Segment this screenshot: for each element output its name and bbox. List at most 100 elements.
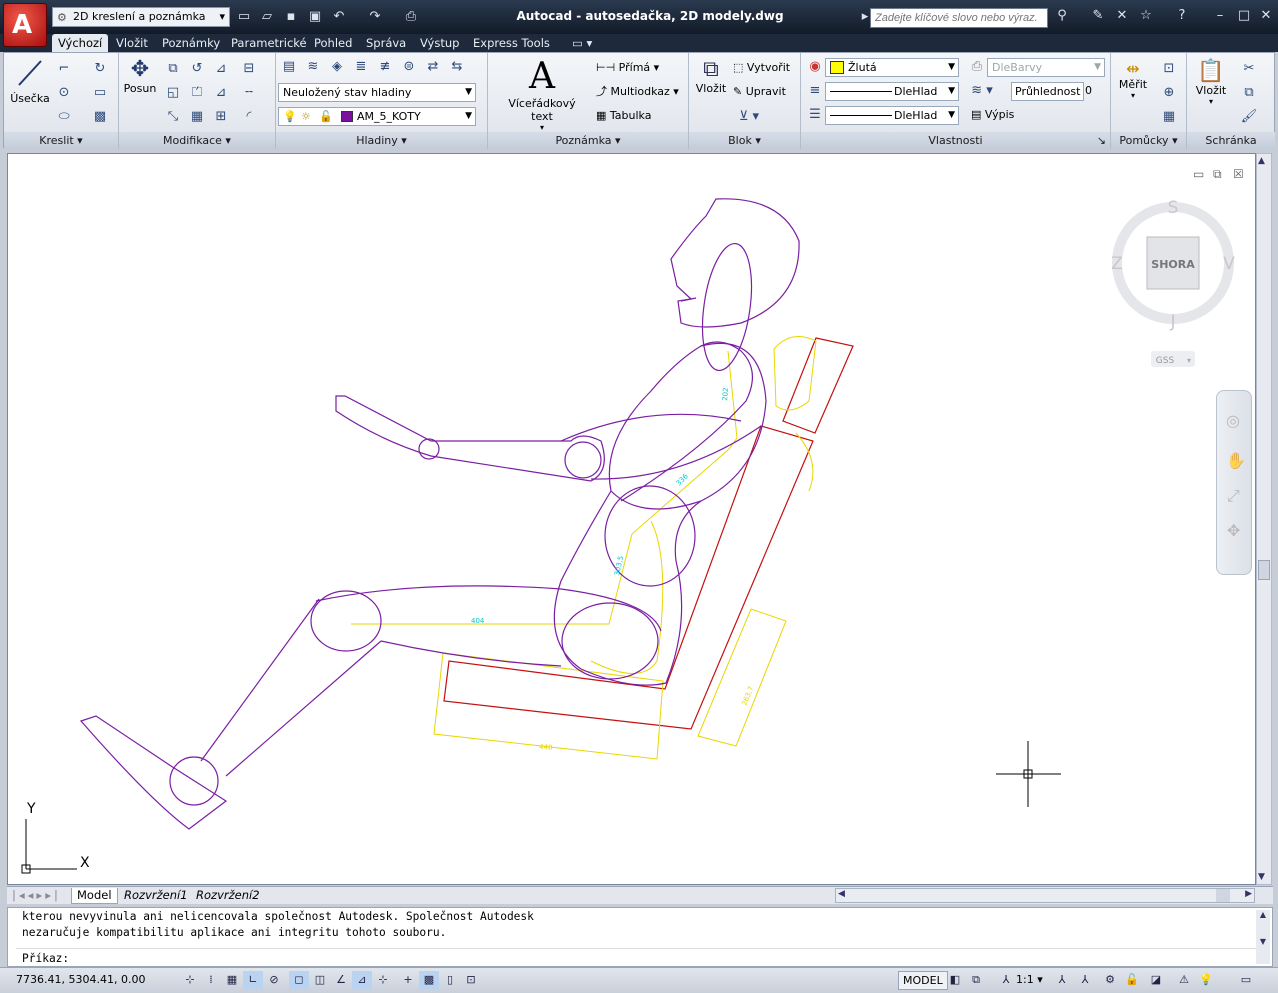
auto-scale-icon[interactable]: ⅄ [1075, 971, 1095, 990]
workspace-selector[interactable]: ⚙ 2D kreslení a poznámka ▾ [52, 7, 230, 27]
hatch-icon[interactable]: ▩ [90, 107, 110, 127]
viewport-minimize-icon[interactable]: ▭ [1193, 167, 1204, 181]
arc-icon[interactable]: ↻ [90, 59, 110, 79]
lineweight-select[interactable]: DleHlad ▼ [825, 106, 959, 125]
vertical-scrollbar[interactable]: ▲ ▼ [1256, 153, 1272, 885]
notification-icon[interactable]: ⚠ [1174, 971, 1194, 990]
copy-icon[interactable]: ⧉ [163, 59, 183, 79]
transparency-toggle-icon[interactable]: ▩ [419, 971, 439, 990]
panel-draw-label[interactable]: Kreslit ▾ [4, 132, 118, 149]
layer-state-icon[interactable]: ≋ [303, 57, 323, 77]
compass-east[interactable]: V [1223, 254, 1235, 274]
binoculars-icon[interactable]: ⚲ [1052, 8, 1072, 26]
hardware-accel-icon[interactable]: ◪ [1146, 971, 1166, 990]
viewcube-face[interactable]: SHORA [1151, 258, 1195, 271]
tab-layout1[interactable]: Rozvržení1 [119, 888, 193, 904]
calculator-icon[interactable]: ▦ [1159, 107, 1179, 127]
copy-clip-icon[interactable]: ⧉ [1239, 83, 1259, 103]
layer-properties-icon[interactable]: ▤ [279, 57, 299, 77]
layer-state-select[interactable]: Neuložený stav hladiny ▼ [278, 83, 476, 102]
scroll-down-icon[interactable]: ▼ [1258, 872, 1265, 882]
layer-iso-icon[interactable]: ≣ [351, 57, 371, 77]
drawing-canvas[interactable]: 404 440 263,7 202 336 303,5 Y X SHORA S … [7, 153, 1256, 885]
compass-west[interactable]: Z [1111, 254, 1123, 274]
help-icon[interactable]: ? [1172, 8, 1192, 26]
model-space-toggle[interactable]: MODEL [898, 971, 948, 990]
scroll-thumb[interactable] [1258, 560, 1270, 580]
chevron-down-icon[interactable]: ▾ [1187, 356, 1191, 365]
infer-constraints-icon[interactable]: ⊹ [180, 971, 200, 990]
clean-screen-icon[interactable]: ▭ [1236, 971, 1256, 990]
otrack-icon[interactable]: ∠ [331, 971, 351, 990]
scroll-left-icon[interactable]: ◀ [838, 889, 845, 899]
tab-sprava[interactable]: Správa [360, 34, 412, 52]
dimension-linear-button[interactable]: ⊢⊣ Přímá ▾ [596, 59, 659, 77]
command-prompt[interactable]: Příkaz: [22, 952, 69, 965]
hscroll-thumb[interactable] [1216, 889, 1230, 902]
undo-icon[interactable]: ↶ [330, 8, 348, 26]
open-icon[interactable]: ▱ [258, 8, 276, 26]
orbit-icon[interactable]: ✥ [1227, 521, 1240, 540]
communication-icon[interactable]: ✕ [1112, 8, 1132, 26]
table-button[interactable]: ▦ Tabulka [596, 107, 651, 125]
annotation-scale[interactable]: 1:1 ▾ [1016, 973, 1043, 986]
panel-clipboard-label[interactable]: Schránka [1187, 132, 1275, 149]
plotstyle-select[interactable]: DleBarvy ▼ [987, 58, 1105, 77]
viewport-restore-icon[interactable]: ⧉ [1213, 167, 1222, 181]
scroll-right-icon[interactable]: ▶ [1245, 889, 1252, 899]
command-scrollbar[interactable]: ▲ ▼ [1256, 910, 1270, 964]
layer-select[interactable]: 💡 ☼ 🔓 AM_5_KOTY ▼ [278, 107, 476, 126]
plotstyle-icon[interactable]: ⎙ [967, 57, 987, 77]
multileader-button[interactable]: ⤴ Multiodkaz ▾ [596, 83, 679, 101]
coordinates[interactable]: 7736.41, 5304.41, 0.00 [16, 973, 145, 986]
layer-freeze-icon[interactable]: ≢ [375, 57, 395, 77]
erase-icon[interactable]: ⊟ [239, 59, 259, 79]
tab-parametricke[interactable]: Parametrické [225, 34, 313, 52]
array-icon[interactable]: ▦ [187, 107, 207, 127]
plot-icon[interactable]: ⎙ [402, 8, 420, 26]
rectangle-icon[interactable]: ▭ [90, 83, 110, 103]
ducs-icon[interactable]: ⊿ [352, 971, 372, 990]
layer-off-icon[interactable]: ◈ [327, 57, 347, 77]
ribbon-options-icon[interactable]: ▭ ▾ [566, 34, 598, 52]
insert-block-button[interactable]: ⧉ Vložit [693, 57, 729, 109]
search-input[interactable] [870, 8, 1048, 28]
application-menu-button[interactable]: A [3, 3, 47, 47]
trim-icon[interactable]: ⊿ [211, 59, 231, 79]
transparency-label[interactable]: Průhlednost [1011, 82, 1085, 101]
save-icon[interactable]: ▪ [282, 8, 300, 26]
break-icon[interactable]: ╌ [239, 83, 259, 103]
transparency-icon[interactable]: ≋ ▾ [967, 81, 997, 101]
workspace-switch-icon[interactable]: ⚙ [1100, 971, 1120, 990]
panel-block-label[interactable]: Blok ▾ [689, 132, 800, 149]
annotation-scale-icon[interactable]: ⅄ [996, 971, 1016, 990]
compass-south[interactable]: J [1169, 312, 1175, 332]
tab-vychozi[interactable]: Výchozí [52, 34, 109, 52]
transparency-value[interactable]: 0 [1085, 82, 1092, 100]
ellipse-icon[interactable]: ⬭ [54, 107, 74, 127]
isolate-objects-icon[interactable]: 💡 [1196, 971, 1216, 990]
horizontal-scrollbar[interactable]: ◀ ▶ [835, 888, 1255, 903]
layer-match-icon[interactable]: ⇄ [423, 57, 443, 77]
pan-icon[interactable]: ✋ [1226, 451, 1246, 470]
list-button[interactable]: ▤ Výpis [971, 106, 1014, 124]
mirror-icon[interactable]: ⏍ [187, 83, 207, 103]
polar-icon[interactable]: ⊘ [264, 971, 284, 990]
grid-array-icon[interactable]: ⊞ [211, 107, 231, 127]
paste-button[interactable]: 📋 Vložit ▾ [1191, 59, 1231, 111]
favorites-icon[interactable]: ☆ [1136, 8, 1156, 26]
quick-view-layouts-icon[interactable]: ◧ [945, 971, 965, 990]
layer-prev-icon[interactable]: ⇆ [447, 57, 467, 77]
close-icon[interactable]: ✕ [1256, 8, 1276, 26]
tab-poznamky[interactable]: Poznámky [156, 34, 226, 52]
snap-icon[interactable]: ⁞ [201, 971, 221, 990]
panel-utilities-label[interactable]: Pomůcky ▾ [1111, 132, 1186, 149]
3dosnap-icon[interactable]: ◫ [310, 971, 330, 990]
tab-model[interactable]: Model [71, 888, 118, 904]
linetype-icon[interactable]: ≡ [805, 81, 825, 101]
sc-icon[interactable]: ⊡ [461, 971, 481, 990]
match-properties-icon[interactable]: 🖌 [1239, 107, 1259, 127]
viewport-close-icon[interactable]: ☒ [1233, 167, 1244, 181]
scale-icon[interactable]: ⤡ [163, 107, 183, 127]
ortho-icon[interactable]: ∟ [243, 971, 263, 990]
